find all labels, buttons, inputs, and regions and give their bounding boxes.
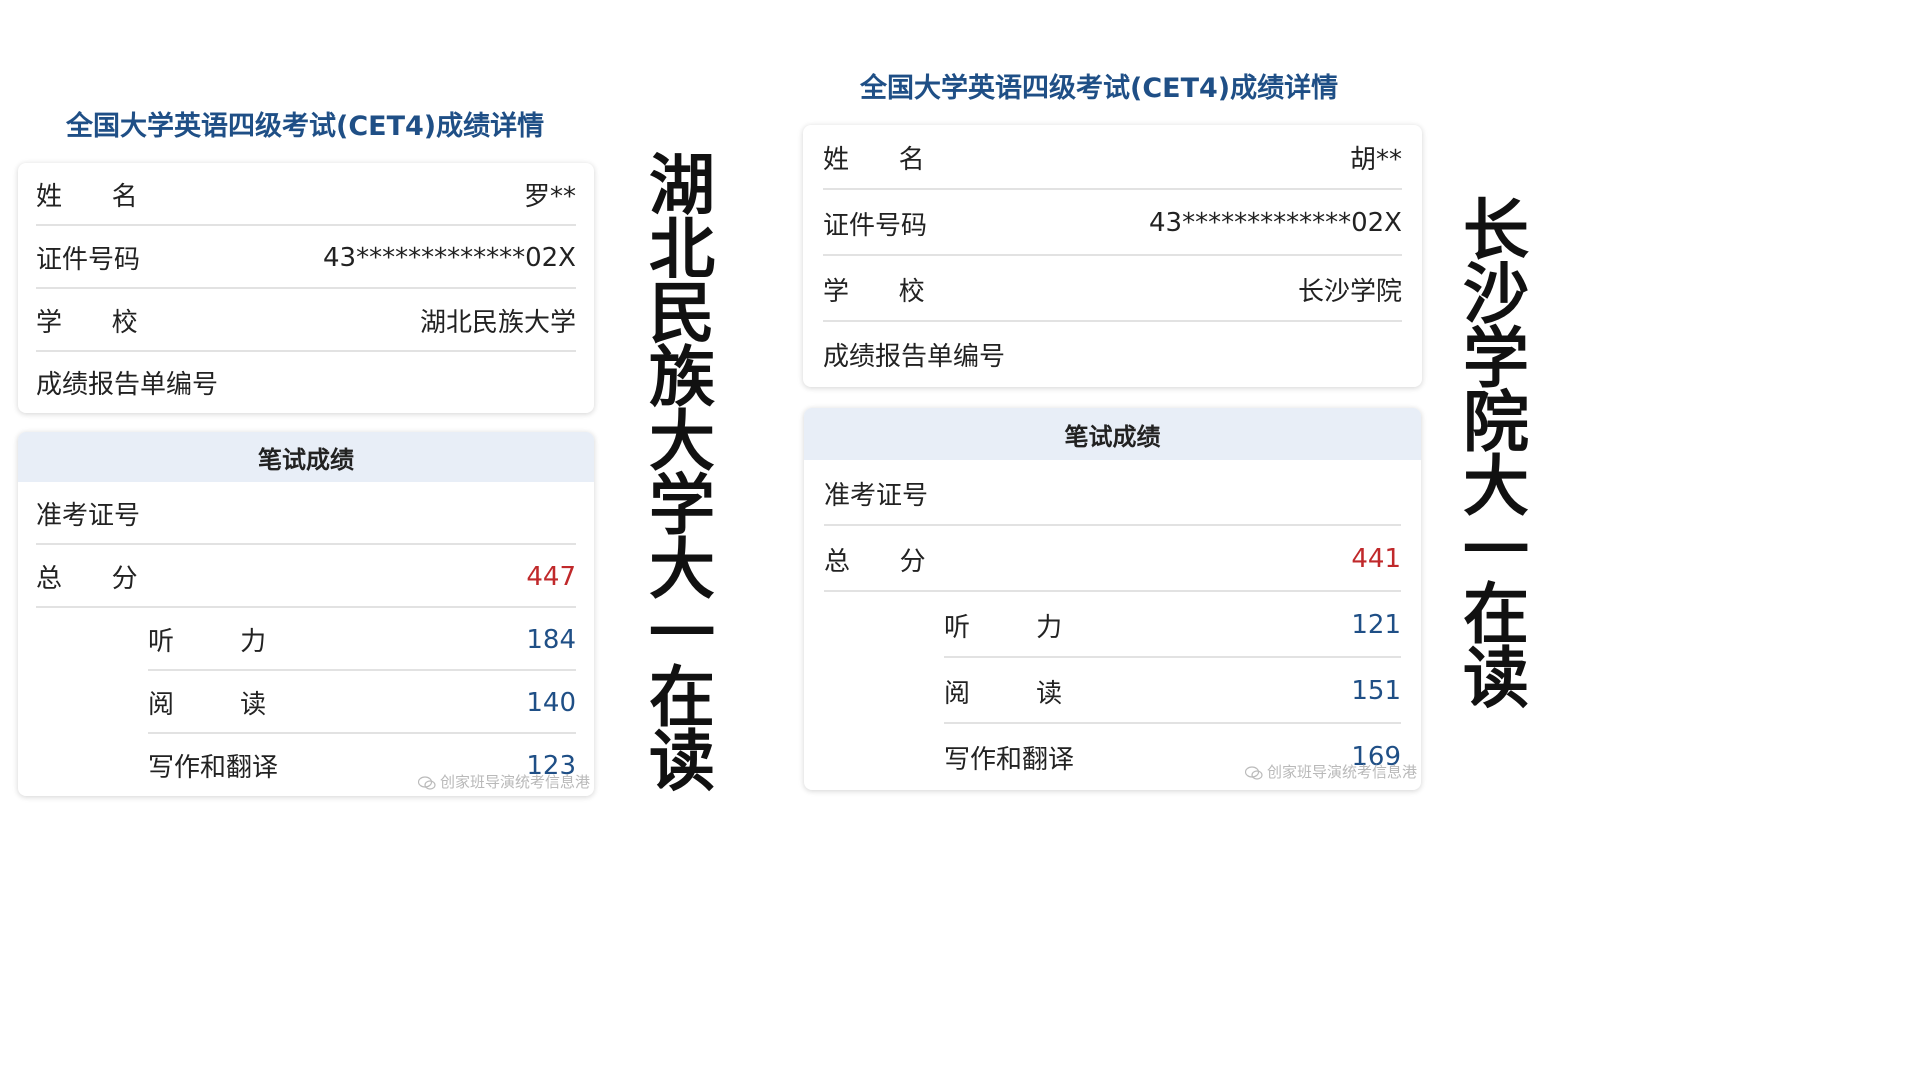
writing-label: 写作和翻译: [944, 744, 1075, 775]
listening-score: 184: [526, 624, 576, 655]
name-value: 胡**: [1349, 145, 1402, 175]
school-label: 学 校: [823, 276, 925, 307]
right-title: 全国大学英语四级考试(CET4)成绩详情: [860, 73, 1339, 104]
id-value: 43*************02X: [1149, 208, 1402, 238]
reading-score: 140: [526, 687, 576, 718]
left-score-card: 笔试成绩 准考证号 总 分 447 听 力 184 阅 读 140 写作和翻译 …: [18, 432, 594, 796]
right-ticket-row: 准考证号: [824, 460, 1401, 526]
report-label: 成绩报告单编号: [36, 369, 219, 400]
score-header: 笔试成绩: [18, 432, 594, 482]
right-report-row: 成绩报告单编号: [823, 322, 1402, 386]
right-score-card: 笔试成绩 准考证号 总 分 441 听 力 121 阅 读 151 写作和翻译 …: [804, 408, 1421, 790]
left-info-card: 姓 名 罗** 证件号码 43*************02X 学 校 湖北民族…: [18, 163, 594, 413]
school-value: 长沙学院: [1297, 276, 1402, 307]
total-label: 总 分: [36, 564, 138, 594]
writing-label: 写作和翻译: [148, 753, 279, 783]
right-id-row: 证件号码 43*************02X: [823, 190, 1402, 256]
id-label: 证件号码: [823, 210, 928, 241]
ticket-label: 准考证号: [824, 480, 929, 511]
watermark-text: 创家班导演统考信息港: [439, 773, 590, 791]
left-total-row: 总 分 447: [36, 545, 576, 608]
right-watermark: 创家班导演统考信息港: [1244, 761, 1417, 782]
left-name-row: 姓 名 罗**: [36, 163, 576, 226]
right-caption: 长沙学院大一在读: [1452, 195, 1529, 707]
name-label: 姓 名: [823, 145, 925, 175]
name-value: 罗**: [523, 182, 576, 212]
total-label: 总 分: [824, 546, 926, 577]
left-school-row: 学 校 湖北民族大学: [36, 289, 576, 352]
left-watermark: 创家班导演统考信息港: [417, 771, 590, 792]
left-title: 全国大学英语四级考试(CET4)成绩详情: [66, 111, 545, 142]
left-report-row: 成绩报告单编号: [36, 352, 576, 412]
listening-label: 听 力: [148, 627, 267, 657]
right-name-row: 姓 名 胡**: [823, 125, 1402, 190]
id-value: 43*************02X: [323, 242, 576, 273]
school-value: 湖北民族大学: [419, 308, 576, 338]
right-info-card: 姓 名 胡** 证件号码 43*************02X 学 校 长沙学院…: [803, 125, 1422, 387]
ticket-label: 准考证号: [36, 501, 141, 531]
right-total-row: 总 分 441: [824, 526, 1401, 592]
left-reading-row: 阅 读 140: [36, 671, 576, 734]
watermark-text: 创家班导演统考信息港: [1266, 763, 1417, 781]
reading-label: 阅 读: [944, 678, 1063, 709]
school-label: 学 校: [36, 308, 138, 338]
name-label: 姓 名: [36, 182, 138, 212]
left-ticket-row: 准考证号: [36, 482, 576, 545]
left-id-row: 证件号码 43*************02X: [36, 226, 576, 289]
reading-score: 151: [1351, 676, 1401, 706]
right-reading-row: 阅 读 151: [824, 658, 1401, 724]
id-label: 证件号码: [36, 245, 141, 275]
listening-score: 121: [1351, 610, 1401, 640]
wechat-icon: [1244, 765, 1263, 780]
total-score: 441: [1351, 544, 1401, 574]
listening-label: 听 力: [944, 612, 1063, 643]
left-caption: 湖北民族大学大一在读: [638, 150, 715, 790]
right-school-row: 学 校 长沙学院: [823, 256, 1402, 322]
report-label: 成绩报告单编号: [823, 341, 1006, 372]
total-score: 447: [526, 561, 576, 592]
right-listening-row: 听 力 121: [824, 592, 1401, 658]
left-listening-row: 听 力 184: [36, 608, 576, 671]
wechat-icon: [417, 775, 436, 790]
reading-label: 阅 读: [148, 690, 267, 720]
score-header: 笔试成绩: [804, 408, 1421, 460]
